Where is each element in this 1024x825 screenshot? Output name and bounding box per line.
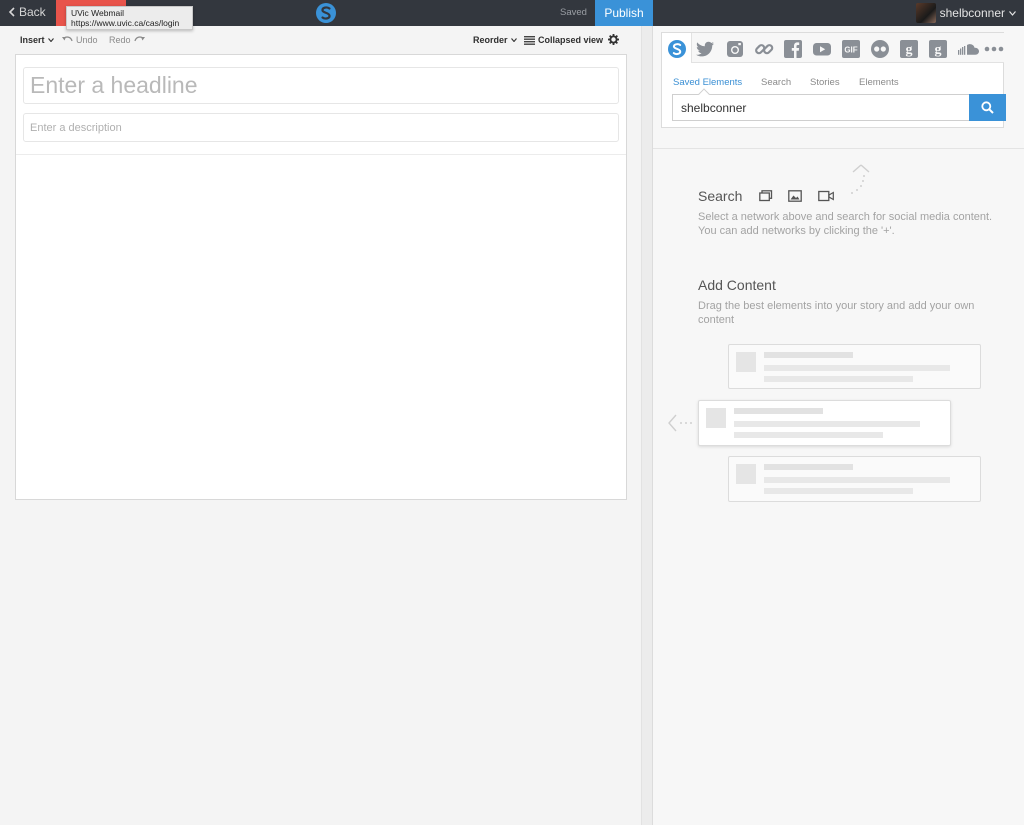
publish-button[interactable]: Publish: [595, 0, 653, 26]
tab-elements[interactable]: Elements: [859, 77, 899, 88]
placeholder-thumb: [736, 352, 756, 372]
image-icon: [788, 190, 802, 202]
source-icon-bar: GIF g g: [662, 33, 1005, 63]
onboarding-add-description: Drag the best elements into your story a…: [698, 300, 975, 326]
browser-tooltip: UVic Webmail https://www.uvic.ca/cas/log…: [66, 6, 193, 30]
back-label: Back: [19, 5, 46, 19]
svg-text:GIF: GIF: [844, 46, 857, 55]
content-panel: GIF g g Saved Elements Search Stories El…: [653, 26, 1024, 825]
placeholder-line: [764, 376, 913, 382]
search-icon: [981, 101, 994, 114]
placeholder-card: [728, 344, 981, 389]
onboarding-search-description: Select a network above and search for so…: [698, 211, 993, 237]
username: shelbconner: [939, 6, 1005, 20]
list-icon: [524, 35, 535, 45]
link-icon[interactable]: [754, 39, 774, 59]
pane-divider[interactable]: [641, 26, 653, 825]
gear-icon[interactable]: [608, 34, 619, 45]
placeholder-line: [734, 432, 883, 438]
more-icon[interactable]: [984, 39, 1004, 59]
google-icon[interactable]: g: [899, 39, 919, 59]
youtube-icon[interactable]: [812, 39, 832, 59]
chevron-down-icon: [510, 38, 517, 42]
google-plus-icon[interactable]: g: [928, 39, 948, 59]
insert-label: Insert: [20, 35, 45, 45]
placeholder-thumb: [736, 464, 756, 484]
search-button[interactable]: [969, 94, 1006, 121]
editor-divider: [16, 154, 626, 155]
placeholder-line: [764, 477, 950, 483]
arrow-up-hint-icon: [851, 164, 870, 194]
twitter-icon[interactable]: [696, 39, 716, 59]
storify-logo-icon[interactable]: [315, 2, 337, 24]
chevron-left-icon: [8, 7, 15, 17]
tooltip-title: UVic Webmail: [71, 8, 125, 18]
tab-stories[interactable]: Stories: [810, 77, 840, 88]
gif-icon[interactable]: GIF: [841, 39, 861, 59]
chevron-down-icon: [1009, 10, 1016, 16]
chevron-down-icon: [47, 38, 54, 42]
reorder-label: Reorder: [473, 35, 508, 45]
placeholder-line: [764, 352, 853, 358]
source-tabs: Saved Elements Search Stories Elements: [662, 71, 1005, 91]
collapsed-view-toggle[interactable]: Collapsed view: [524, 35, 603, 45]
onboarding-search-title: Search: [698, 188, 743, 204]
svg-text:g: g: [935, 43, 942, 58]
story-editor: [15, 54, 627, 500]
redo-icon: [133, 36, 145, 42]
back-button[interactable]: Back: [8, 5, 46, 19]
undo-button[interactable]: Undo: [61, 35, 98, 45]
storify-icon[interactable]: [667, 39, 687, 59]
save-status: Saved: [560, 7, 587, 18]
reorder-menu[interactable]: Reorder: [473, 35, 517, 45]
placeholder-line: [764, 488, 913, 494]
tab-saved-elements[interactable]: Saved Elements: [673, 77, 742, 88]
placeholder-line: [734, 408, 823, 414]
placeholder-line: [764, 365, 950, 371]
placeholder-card: [728, 456, 981, 502]
collapsed-view-label: Collapsed view: [538, 35, 604, 45]
headline-input[interactable]: [23, 67, 619, 104]
avatar: [915, 3, 936, 23]
redo-button[interactable]: Redo: [109, 35, 146, 45]
text-icon: [759, 190, 773, 202]
insert-menu[interactable]: Insert: [20, 35, 54, 45]
svg-text:g: g: [906, 43, 913, 58]
placeholder-line: [764, 464, 853, 470]
soundcloud-icon[interactable]: [957, 39, 981, 59]
search-input[interactable]: [672, 94, 969, 121]
tab-search[interactable]: Search: [761, 77, 791, 88]
user-menu[interactable]: shelbconner: [915, 3, 1016, 23]
redo-label: Redo: [109, 35, 131, 45]
placeholder-line: [734, 421, 920, 427]
video-icon: [818, 190, 834, 202]
placeholder-thumb: [706, 408, 726, 428]
editor-toolbar: Insert Undo Redo Reorder Collapsed view: [0, 26, 641, 54]
description-input[interactable]: [23, 113, 619, 142]
facebook-icon[interactable]: [783, 39, 803, 59]
placeholder-card-dragging: [698, 400, 951, 446]
instagram-icon[interactable]: [725, 39, 745, 59]
tooltip-url: https://www.uvic.ca/cas/login: [71, 18, 180, 28]
flickr-icon[interactable]: [870, 39, 890, 59]
onboarding-add-title: Add Content: [698, 277, 776, 293]
source-picker: GIF g g Saved Elements Search Stories El…: [661, 32, 1006, 128]
panel-separator: [653, 148, 1024, 149]
undo-label: Undo: [76, 35, 98, 45]
arrow-left-hint-icon: [668, 414, 692, 432]
undo-icon: [62, 36, 73, 42]
